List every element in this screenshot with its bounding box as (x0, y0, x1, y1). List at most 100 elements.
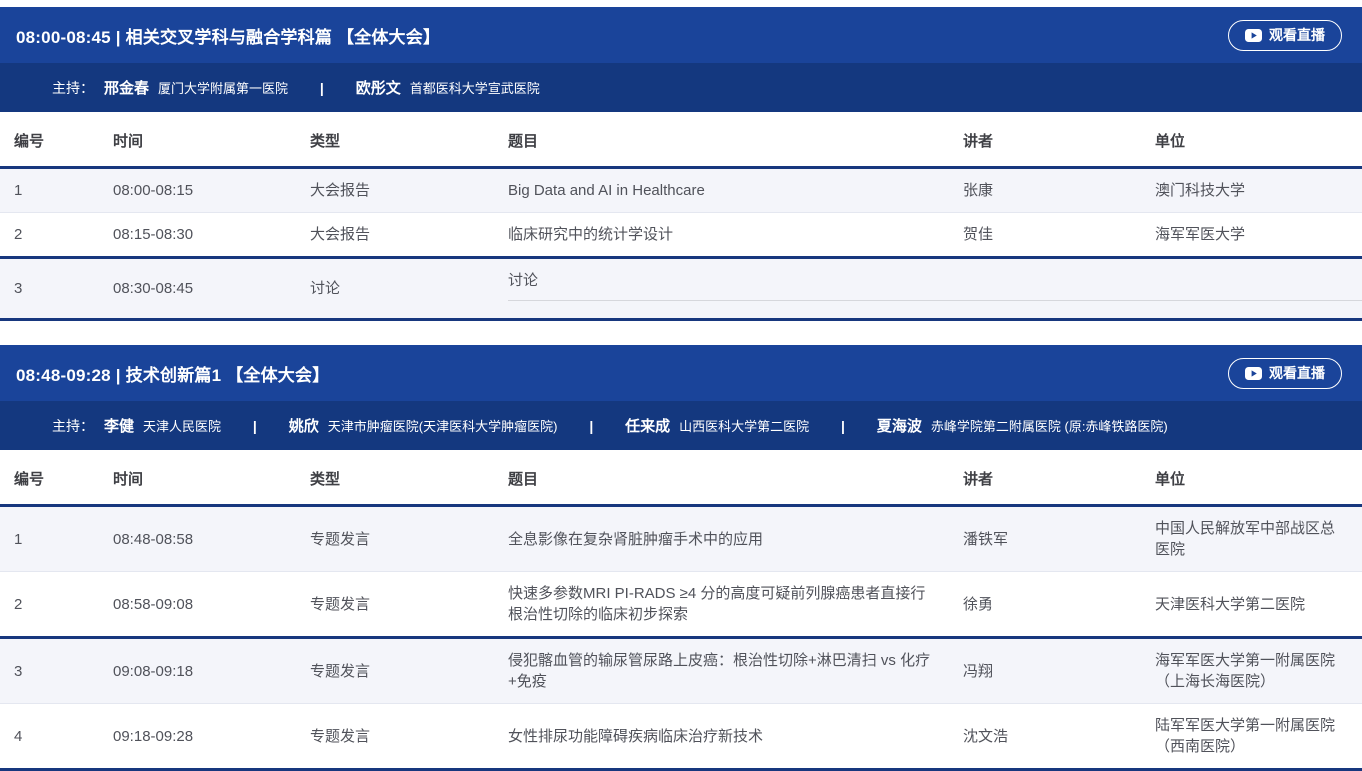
table-row: 1 08:48-08:58 专题发言 全息影像在复杂肾脏肿瘤手术中的应用 潘铁军… (0, 506, 1362, 572)
table-row: 4 09:18-09:28 专题发言 女性排尿功能障碍疾病临床治疗新技术 沈文浩… (0, 704, 1362, 770)
column-header: 时间 (99, 112, 296, 168)
host-item: 夏海波赤峰学院第二附属医院 (原:赤峰铁路医院) (877, 415, 1168, 436)
cell-speaker: 张康 (949, 168, 1141, 213)
cell-title: 侵犯髂血管的输尿管尿路上皮癌：根治性切除+淋巴清扫 vs 化疗+免疫 (494, 638, 949, 704)
cell-number: 3 (0, 258, 99, 320)
column-header: 编号 (0, 112, 99, 168)
cell-type: 专题发言 (296, 572, 494, 638)
host-affiliation: 山西医科大学第二医院 (679, 416, 809, 435)
agenda-table-body: 1 08:00-08:15 大会报告 Big Data and AI in He… (0, 168, 1362, 320)
hosts-list: 李健天津人民医院 | 姚欣天津市肿瘤医院(天津医科大学肿瘤医院) | 任来成山西… (104, 415, 1168, 436)
watch-live-button[interactable]: 观看直播 (1228, 358, 1342, 389)
cell-title: 临床研究中的统计学设计 (494, 213, 949, 258)
host-divider: | (589, 418, 593, 434)
cell-type: 讨论 (296, 258, 494, 320)
session-block: 08:00-08:45 | 相关交叉学科与融合学科篇 【全体大会】 观看直播 主… (0, 7, 1362, 321)
cell-time: 09:08-09:18 (99, 638, 296, 704)
host-name: 欧彤文 (356, 77, 401, 98)
column-header: 讲者 (949, 112, 1141, 168)
column-header: 类型 (296, 450, 494, 506)
session-header: 08:00-08:45 | 相关交叉学科与融合学科篇 【全体大会】 观看直播 (0, 7, 1362, 63)
host-name: 任来成 (625, 415, 670, 436)
table-row: 2 08:58-09:08 专题发言 快速多参数MRI PI-RADS ≥4 分… (0, 572, 1362, 638)
cell-type: 大会报告 (296, 168, 494, 213)
cell-title: Big Data and AI in Healthcare (494, 168, 949, 213)
cell-affiliation: 中国人民解放军中部战区总医院 (1141, 506, 1362, 572)
cell-title: 讨论 (508, 270, 1362, 301)
cell-type: 大会报告 (296, 213, 494, 258)
video-play-icon (1245, 367, 1262, 380)
host-name: 夏海波 (877, 415, 922, 436)
host-affiliation: 天津人民医院 (143, 416, 221, 435)
column-header: 编号 (0, 450, 99, 506)
cell-affiliation: 海军军医大学第一附属医院（上海长海医院） (1141, 638, 1362, 704)
host-name: 李健 (104, 415, 134, 436)
session-block: 08:48-09:28 | 技术创新篇1 【全体大会】 观看直播 主持： 李健天… (0, 345, 1362, 771)
host-affiliation: 天津市肿瘤医院(天津医科大学肿瘤医院) (328, 416, 558, 435)
host-item: 任来成山西医科大学第二医院 (625, 415, 809, 436)
column-header: 题目 (494, 112, 949, 168)
host-item: 欧彤文首都医科大学宣武医院 (356, 77, 540, 98)
cell-speaker: 贺佳 (949, 213, 1141, 258)
video-play-icon (1245, 29, 1262, 42)
cell-number: 1 (0, 168, 99, 213)
cell-affiliation: 天津医科大学第二医院 (1141, 572, 1362, 638)
cell-number: 3 (0, 638, 99, 704)
cell-number: 4 (0, 704, 99, 770)
cell-title: 快速多参数MRI PI-RADS ≥4 分的高度可疑前列腺癌患者直接行根治性切除… (494, 572, 949, 638)
host-divider: | (320, 80, 324, 96)
session-title: 08:00-08:45 | 相关交叉学科与融合学科篇 【全体大会】 (16, 23, 440, 48)
conference-program: 08:00-08:45 | 相关交叉学科与融合学科篇 【全体大会】 观看直播 主… (0, 7, 1362, 771)
host-divider: | (253, 418, 257, 434)
host-name: 姚欣 (289, 415, 319, 436)
session-title: 08:48-09:28 | 技术创新篇1 【全体大会】 (16, 361, 329, 386)
table-row: 3 08:30-08:45 讨论 讨论 (0, 258, 1362, 320)
cell-time: 08:00-08:15 (99, 168, 296, 213)
cell-speaker: 徐勇 (949, 572, 1141, 638)
hosts-label: 主持： (52, 78, 94, 98)
table-row: 3 09:08-09:18 专题发言 侵犯髂血管的输尿管尿路上皮癌：根治性切除+… (0, 638, 1362, 704)
cell-type: 专题发言 (296, 638, 494, 704)
cell-number: 1 (0, 506, 99, 572)
cell-time: 08:48-08:58 (99, 506, 296, 572)
column-header: 题目 (494, 450, 949, 506)
cell-speaker: 冯翔 (949, 638, 1141, 704)
host-name: 邢金春 (104, 77, 149, 98)
watch-live-button[interactable]: 观看直播 (1228, 20, 1342, 51)
column-header: 单位 (1141, 112, 1362, 168)
cell-affiliation: 陆军军医大学第一附属医院（西南医院） (1141, 704, 1362, 770)
header-row: 编号 时间 类型 题目 讲者 单位 (0, 450, 1362, 506)
host-affiliation: 赤峰学院第二附属医院 (原:赤峰铁路医院) (931, 416, 1168, 435)
agenda-table-head: 编号 时间 类型 题目 讲者 单位 (0, 450, 1362, 506)
cell-number: 2 (0, 572, 99, 638)
hosts-bar: 主持： 邢金春厦门大学附属第一医院 | 欧彤文首都医科大学宣武医院 (0, 63, 1362, 112)
agenda-table: 编号 时间 类型 题目 讲者 单位 1 08:48-08:58 专题发言 全息影… (0, 450, 1362, 771)
table-row: 2 08:15-08:30 大会报告 临床研究中的统计学设计 贺佳 海军军医大学 (0, 213, 1362, 258)
cell-time: 09:18-09:28 (99, 704, 296, 770)
cell-title: 女性排尿功能障碍疾病临床治疗新技术 (494, 704, 949, 770)
cell-speaker: 潘铁军 (949, 506, 1141, 572)
cell-time: 08:58-09:08 (99, 572, 296, 638)
host-item: 李健天津人民医院 (104, 415, 221, 436)
host-divider: | (841, 418, 845, 434)
cell-affiliation: 海军军医大学 (1141, 213, 1362, 258)
cell-time: 08:15-08:30 (99, 213, 296, 258)
cell-type: 专题发言 (296, 506, 494, 572)
watch-live-label: 观看直播 (1269, 25, 1325, 45)
cell-speaker: 沈文浩 (949, 704, 1141, 770)
hosts-label: 主持： (52, 416, 94, 436)
host-affiliation: 首都医科大学宣武医院 (410, 78, 540, 97)
session-header: 08:48-09:28 | 技术创新篇1 【全体大会】 观看直播 (0, 345, 1362, 401)
cell-number: 2 (0, 213, 99, 258)
table-row: 1 08:00-08:15 大会报告 Big Data and AI in He… (0, 168, 1362, 213)
cell-affiliation: 澳门科技大学 (1141, 168, 1362, 213)
host-item: 邢金春厦门大学附属第一医院 (104, 77, 288, 98)
column-header: 时间 (99, 450, 296, 506)
cell-time: 08:30-08:45 (99, 258, 296, 320)
cell-title-wrap: 讨论 (494, 258, 1362, 320)
agenda-table-body: 1 08:48-08:58 专题发言 全息影像在复杂肾脏肿瘤手术中的应用 潘铁军… (0, 506, 1362, 770)
column-header: 讲者 (949, 450, 1141, 506)
column-header: 单位 (1141, 450, 1362, 506)
host-affiliation: 厦门大学附属第一医院 (158, 78, 288, 97)
column-header: 类型 (296, 112, 494, 168)
